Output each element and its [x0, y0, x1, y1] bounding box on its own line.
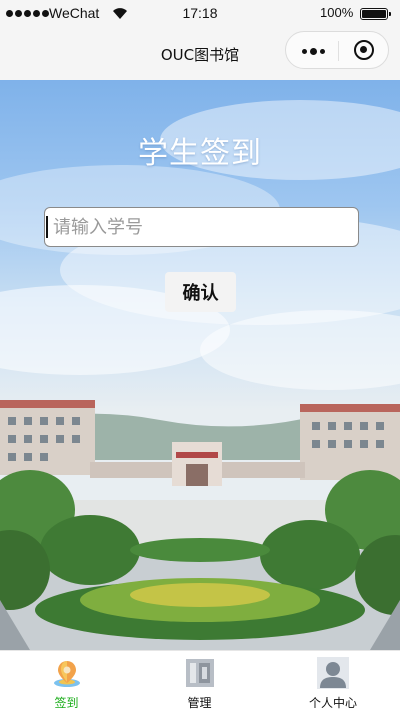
checkin-title: 学生签到	[138, 136, 262, 171]
mini-program-capsule	[285, 31, 389, 69]
mini-program-close-icon[interactable]	[354, 40, 374, 60]
tab-manage-label: 管理	[187, 696, 212, 710]
tab-checkin-label: 签到	[54, 696, 79, 710]
confirm-button[interactable]: 确认	[165, 272, 236, 312]
manage-icon	[185, 659, 214, 687]
text-caret	[46, 216, 48, 238]
battery-percent: 100%	[320, 5, 354, 20]
tab-manage[interactable]: 管理	[133, 651, 266, 710]
capsule-divider	[338, 41, 339, 61]
location-pin-icon	[53, 661, 80, 687]
tab-checkin[interactable]: 签到	[0, 651, 133, 710]
user-icon	[317, 657, 349, 689]
tab-profile-label: 个人中心	[308, 696, 357, 710]
status-bar: WeChat 17:18 100%	[0, 0, 400, 28]
battery-icon	[360, 8, 391, 20]
student-id-input[interactable]	[44, 207, 359, 247]
tab-bar: 签到 管理 个人中心	[0, 650, 400, 710]
more-dots-icon[interactable]	[302, 48, 325, 55]
nav-bar: OUC图书馆	[0, 28, 400, 80]
tab-profile[interactable]: 个人中心	[266, 651, 400, 710]
